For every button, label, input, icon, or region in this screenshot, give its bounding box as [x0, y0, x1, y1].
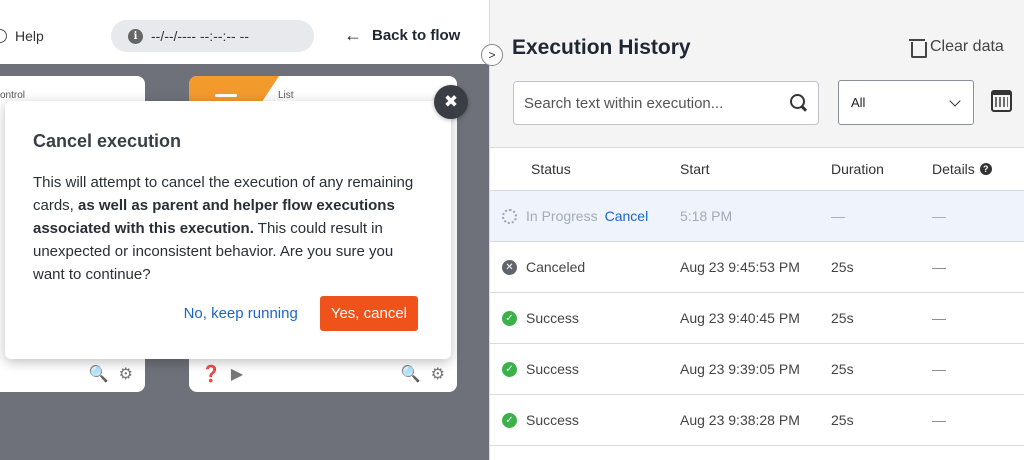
help-button[interactable]: Help	[0, 28, 44, 44]
status-text: In Progress	[526, 208, 598, 224]
row-details: —	[932, 310, 946, 326]
chevron-right-icon: >	[488, 48, 496, 62]
spinner-icon	[502, 208, 517, 224]
status-filter-value: All	[851, 95, 866, 110]
table-row[interactable]: In Progress Cancel 5:18 PM — —	[490, 191, 1024, 242]
column-details[interactable]: Details ?	[932, 161, 992, 177]
flow-canvas: Help i --/--/---- --:--:-- -- ← Back to …	[0, 0, 489, 460]
table-row[interactable]: ✓ Success Aug 23 9:38:28 PM 25s —	[490, 395, 1024, 446]
row-start: Aug 23 9:38:28 PM	[680, 412, 800, 428]
row-start: 5:18 PM	[680, 208, 733, 224]
column-start[interactable]: Start	[680, 161, 710, 177]
back-to-flow-label: Back to flow	[372, 27, 461, 44]
info-icon: i	[128, 28, 143, 44]
search-icon[interactable]	[790, 94, 808, 112]
column-status[interactable]: Status	[531, 161, 571, 177]
table-header: Status Start Duration Details ?	[490, 148, 1024, 191]
search-icon[interactable]: 🔍	[401, 364, 421, 384]
dialog-body: This will attempt to cancel the executio…	[33, 171, 423, 286]
row-start: Aug 23 9:40:45 PM	[680, 310, 800, 326]
status-text: Success	[526, 310, 579, 326]
card-footer: 🔍 ⚙	[89, 364, 133, 384]
column-details-label: Details	[932, 161, 975, 177]
execution-table-body: In Progress Cancel 5:18 PM — — ✕ Cancele…	[490, 191, 1024, 446]
card-footer-right: 🔍 ⚙	[401, 364, 445, 384]
back-to-flow-button[interactable]: ← Back to flow	[344, 25, 460, 46]
table-row[interactable]: ✕ Canceled Aug 23 9:45:53 PM 25s —	[490, 242, 1024, 293]
card-footer-left: ❓ ▶	[201, 364, 243, 384]
row-duration: —	[831, 208, 845, 224]
gear-icon[interactable]: ⚙	[431, 364, 445, 384]
arrow-left-icon: ←	[344, 25, 362, 45]
help-label: Help	[15, 28, 44, 44]
chevron-down-icon	[949, 94, 961, 107]
search-field	[513, 81, 819, 125]
row-start: Aug 23 9:39:05 PM	[680, 361, 800, 377]
status-filter-select[interactable]: All	[838, 80, 974, 125]
cancel-execution-dialog: Cancel execution This will attempt to ca…	[5, 101, 451, 359]
row-duration: 25s	[831, 310, 854, 326]
panel-title: Execution History	[512, 36, 691, 59]
panel-header: Execution History Clear data All	[490, 0, 1024, 148]
row-status: ✓ Success	[502, 361, 579, 377]
gear-icon[interactable]: ⚙	[119, 364, 133, 384]
status-text: Success	[526, 412, 579, 428]
row-duration: 25s	[831, 412, 854, 428]
table-row[interactable]: ✓ Success Aug 23 9:40:45 PM 25s —	[490, 293, 1024, 344]
status-text: Success	[526, 361, 579, 377]
date-filter-value: --/--/---- --:--:-- --	[151, 28, 249, 44]
canvas-toolbar: Help i --/--/---- --:--:-- -- ← Back to …	[0, 0, 489, 64]
collapse-panel-button[interactable]: >	[481, 44, 503, 66]
row-status: In Progress Cancel	[502, 208, 648, 224]
row-details: —	[932, 208, 946, 224]
clear-data-label: Clear data	[930, 37, 1004, 55]
row-duration: 25s	[831, 361, 854, 377]
trash-icon	[909, 37, 927, 58]
card-label: ontrol	[0, 90, 26, 101]
clear-data-button[interactable]: Clear data	[909, 37, 1004, 58]
row-details: —	[932, 361, 946, 377]
row-status: ✕ Canceled	[502, 259, 585, 275]
date-filter[interactable]: i --/--/---- --:--:-- --	[111, 20, 314, 52]
help-icon	[0, 29, 7, 43]
status-text: Canceled	[526, 259, 586, 275]
dialog-title: Cancel execution	[33, 131, 182, 151]
row-status: ✓ Success	[502, 412, 579, 428]
success-icon: ✓	[502, 361, 517, 377]
canceled-icon: ✕	[502, 259, 517, 275]
search-input[interactable]	[524, 94, 790, 112]
row-details: —	[932, 259, 946, 275]
cancel-execution-link[interactable]: Cancel	[605, 208, 649, 224]
row-details: —	[932, 412, 946, 428]
help-icon[interactable]: ?	[979, 163, 992, 175]
row-start: Aug 23 9:45:53 PM	[680, 259, 800, 275]
close-dialog-button[interactable]: ✖	[434, 85, 468, 119]
card-label: List	[278, 90, 294, 101]
play-icon[interactable]: ▶	[231, 364, 243, 384]
app-root: Help i --/--/---- --:--:-- -- ← Back to …	[0, 0, 1024, 460]
close-icon: ✖	[443, 92, 459, 111]
column-duration[interactable]: Duration	[831, 161, 884, 177]
confirm-cancel-button[interactable]: Yes, cancel	[319, 296, 418, 331]
table-row[interactable]: ✓ Success Aug 23 9:39:05 PM 25s —	[490, 344, 1024, 395]
dialog-actions: No, keep running Yes, cancel	[184, 296, 418, 331]
help-icon[interactable]: ❓	[201, 364, 221, 384]
success-icon: ✓	[502, 412, 517, 428]
search-icon[interactable]: 🔍	[89, 364, 109, 384]
calendar-icon[interactable]	[991, 90, 1012, 112]
keep-running-button[interactable]: No, keep running	[184, 305, 298, 322]
success-icon: ✓	[502, 310, 517, 326]
row-status: ✓ Success	[502, 310, 579, 326]
execution-history-panel: > Execution History Clear data All Statu…	[481, 0, 1024, 460]
row-duration: 25s	[831, 259, 854, 275]
